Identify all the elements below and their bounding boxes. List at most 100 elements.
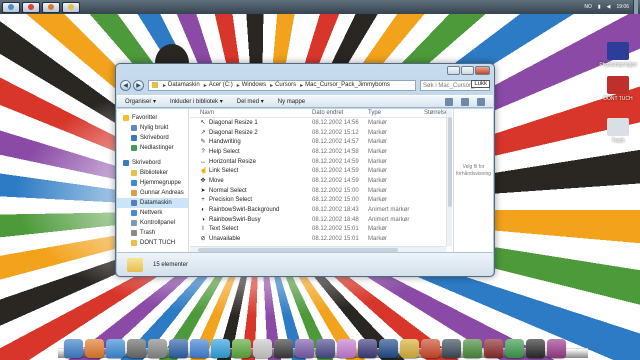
nav-desktop-item[interactable]: Biblioteker bbox=[117, 168, 188, 178]
file-row[interactable]: ? Help Select 08.12.2002 14:58 Markør bbox=[190, 147, 452, 157]
back-button[interactable]: ◀ bbox=[120, 79, 131, 91]
chevron-right-icon[interactable]: ▸ bbox=[237, 82, 240, 89]
app-icon[interactable] bbox=[295, 339, 314, 358]
desktop-icon[interactable]: Trash bbox=[594, 118, 640, 144]
desktop-icon-label: DONT TUCH bbox=[603, 96, 633, 102]
nav-desktop-item[interactable]: Hjemmegruppe bbox=[117, 178, 188, 188]
share-with-button[interactable]: Del med ▾ bbox=[237, 98, 264, 105]
dock bbox=[64, 332, 584, 358]
nav-favorite-item[interactable]: Nedlastinger bbox=[117, 143, 188, 153]
nav-favorite-item[interactable]: Skrivebord bbox=[117, 133, 188, 143]
nav-desktop-item[interactable]: Nettverk bbox=[117, 208, 188, 218]
app-icon[interactable] bbox=[316, 339, 335, 358]
taskbar-button[interactable] bbox=[42, 1, 60, 13]
cursor-icon: + bbox=[201, 197, 205, 204]
close-tooltip: Lukk bbox=[471, 80, 490, 88]
file-name-cell: + Precision Select bbox=[190, 197, 312, 203]
file-row[interactable]: ↔ Horizontal Resize 08.12.2002 14:59 Markør bbox=[190, 157, 452, 167]
organize-button[interactable]: Organiser ▾ bbox=[125, 98, 156, 105]
cursor-icon: ? bbox=[201, 148, 205, 155]
file-row[interactable]: ↗ Diagonal Resize 2 08.12.2002 15:12 Markør bbox=[190, 128, 452, 138]
language-indicator[interactable]: NO bbox=[584, 4, 592, 10]
close-button[interactable] bbox=[475, 66, 490, 75]
clock[interactable]: 19:06 bbox=[616, 4, 629, 10]
file-row[interactable]: ↖ Diagonal Resize 1 08.12.2002 14:56 Markør bbox=[190, 118, 452, 128]
column-name[interactable]: Navn bbox=[190, 110, 312, 116]
command-bar: Organiser ▾ Inkluder i bibliotek ▾ Del m… bbox=[117, 95, 493, 108]
file-row[interactable]: ✥ Move 08.12.2002 14:59 Markør bbox=[190, 176, 452, 186]
app-icon[interactable] bbox=[127, 339, 146, 358]
file-row[interactable]: + Precision Select 08.12.2002 15:00 Markør bbox=[190, 196, 452, 206]
app-icon[interactable] bbox=[421, 339, 440, 358]
after-effects-icon[interactable] bbox=[358, 339, 377, 358]
nav-desktop-item[interactable]: Trash bbox=[117, 228, 188, 238]
file-row[interactable]: ➤ Normal Select 08.12.2002 15:00 Markør bbox=[190, 186, 452, 196]
taskbar-button[interactable] bbox=[62, 1, 80, 13]
show-desktop-button[interactable] bbox=[633, 0, 638, 14]
new-folder-button[interactable]: Ny mappe bbox=[278, 99, 305, 105]
desktop-icon bbox=[123, 160, 129, 166]
chevron-right-icon[interactable]: ▸ bbox=[163, 82, 166, 89]
nav-desktop-item[interactable]: DONT TUCH bbox=[117, 238, 188, 248]
counter-strike-icon[interactable] bbox=[442, 339, 461, 358]
minecraft-icon[interactable] bbox=[463, 339, 482, 358]
app-icon[interactable] bbox=[400, 339, 419, 358]
breadcrumb-item[interactable]: Mac_Cursor_Pack_Jimmyboms bbox=[305, 82, 390, 89]
file-row[interactable]: ⊘ Unavailable 08.12.2002 15:01 Markør bbox=[190, 234, 452, 244]
app-icon[interactable] bbox=[274, 339, 293, 358]
safari-icon[interactable] bbox=[106, 339, 125, 358]
app-icon[interactable] bbox=[85, 339, 104, 358]
breadcrumb-item[interactable]: Datamaskin bbox=[168, 82, 200, 89]
include-in-library-button[interactable]: Inkluder i bibliotek ▾ bbox=[170, 98, 223, 105]
file-row[interactable]: ◐ RainbowSwirl-Background 08.12.2002 18:43… bbox=[190, 205, 452, 215]
breadcrumb-item[interactable]: Acer (C:) bbox=[209, 82, 233, 89]
file-row[interactable]: ☝ Link Select 08.12.2002 14:59 Markør bbox=[190, 166, 452, 176]
app-icon[interactable] bbox=[526, 339, 545, 358]
address-bar[interactable]: ▸ Datamaskin ▸ Acer (C:) ▸ Windows ▸ Cursors ▸ Ma… bbox=[148, 79, 416, 91]
breadcrumb-item[interactable]: Cursors bbox=[275, 82, 296, 89]
view-options-icon[interactable] bbox=[445, 98, 453, 106]
app-icon[interactable] bbox=[337, 339, 356, 358]
column-type[interactable]: Type bbox=[368, 110, 424, 116]
vertical-scrollbar[interactable] bbox=[446, 109, 452, 246]
breadcrumb-item[interactable]: Windows bbox=[242, 82, 266, 89]
help-icon[interactable] bbox=[477, 98, 485, 106]
file-name: Diagonal Resize 2 bbox=[209, 129, 258, 136]
app-icon[interactable] bbox=[148, 339, 167, 358]
file-row[interactable]: ✎ Handwriting 08.12.2002 14:57 Markør bbox=[190, 137, 452, 147]
preview-pane-icon[interactable] bbox=[461, 98, 469, 106]
file-name: Unavailable bbox=[209, 236, 241, 243]
chevron-right-icon[interactable]: ▸ bbox=[300, 82, 303, 89]
network-icon[interactable]: ▮ bbox=[598, 4, 601, 10]
app-icon[interactable] bbox=[169, 339, 188, 358]
desktop-icon[interactable]: Photoshop logos bbox=[594, 42, 640, 68]
taskbar-button[interactable] bbox=[2, 1, 20, 13]
skype-icon[interactable] bbox=[211, 339, 230, 358]
chevron-right-icon[interactable]: ▸ bbox=[204, 82, 207, 89]
nav-desktop-header[interactable]: Skrivebord bbox=[117, 158, 188, 168]
photoshop-icon[interactable] bbox=[379, 339, 398, 358]
nav-desktop-item[interactable]: Gunnar Andreas bbox=[117, 188, 188, 198]
nav-favorites-header[interactable]: Favoritter bbox=[117, 113, 188, 123]
file-row[interactable]: I Text Select 08.12.2002 15:01 Markør bbox=[190, 225, 452, 235]
volume-icon[interactable]: ◀ bbox=[607, 4, 611, 10]
app-icon[interactable] bbox=[505, 339, 524, 358]
app-icon[interactable] bbox=[232, 339, 251, 358]
finder-icon[interactable] bbox=[64, 339, 83, 358]
nav-desktop-item[interactable]: Kontrollpanel bbox=[117, 218, 188, 228]
taskbar-button[interactable] bbox=[22, 1, 40, 13]
forward-button[interactable]: ▶ bbox=[133, 79, 144, 91]
nav-item-label: DONT TUCH bbox=[140, 240, 176, 246]
desktop-icon[interactable]: DONT TUCH bbox=[594, 76, 640, 102]
app-icon[interactable] bbox=[547, 339, 566, 358]
file-row[interactable]: ◑ RainbowSwirl-Busy 08.12.2002 18:48 Animer… bbox=[190, 215, 452, 225]
app-icon[interactable] bbox=[484, 339, 503, 358]
nav-desktop-item[interactable]: Datamaskin bbox=[117, 198, 188, 208]
maximize-button[interactable] bbox=[461, 66, 474, 75]
minimize-button[interactable] bbox=[447, 66, 460, 75]
column-date[interactable]: Dato endret bbox=[312, 110, 368, 116]
chevron-right-icon[interactable]: ▸ bbox=[270, 82, 273, 89]
app-icon[interactable] bbox=[253, 339, 272, 358]
itunes-icon[interactable] bbox=[190, 339, 209, 358]
nav-favorite-item[interactable]: Nylig brukt bbox=[117, 123, 188, 133]
